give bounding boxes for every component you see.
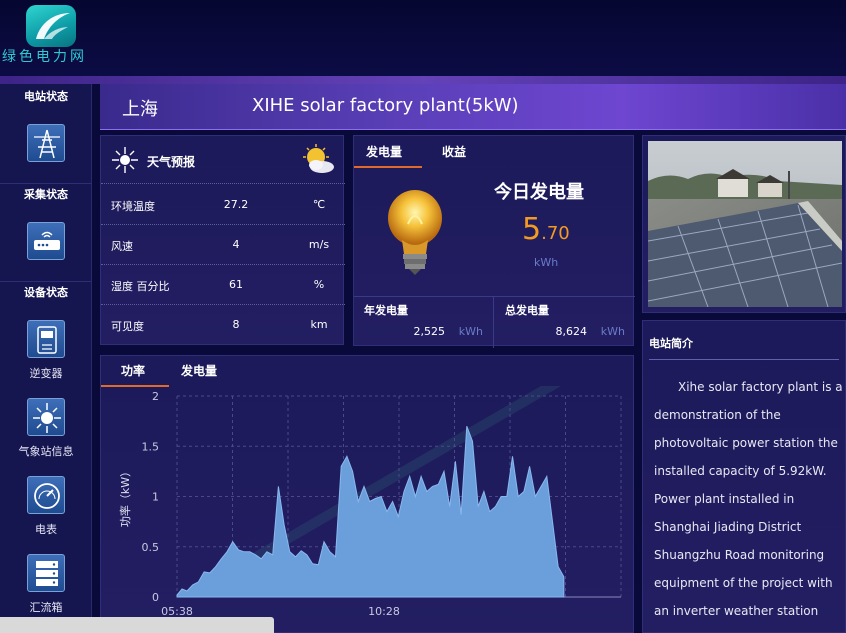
power-chart[interactable]: 00.511.5205:38 10:28功率（kW） [101,356,635,633]
today-generation-value: 5.70 [522,212,570,247]
weather-label: 湿度 百分比 [111,280,170,293]
total-generation-title: 总发电量 [505,304,549,317]
weather-unit: km [310,318,328,331]
tab-revenue[interactable]: 收益 [442,143,466,160]
x-tick-label: 10:28 [368,605,400,618]
today-value-integer: 5 [522,212,542,247]
inverter-icon[interactable] [27,320,65,358]
today-generation-unit: kWh [534,256,559,269]
device-label-combiner-box[interactable]: 汇流箱 [0,599,92,615]
weather-label: 风速 [111,240,133,253]
weather-station-icon[interactable] [27,398,65,436]
yearly-generation-title: 年发电量 [364,304,408,317]
sidebar-heading-station-status: 电站状态 [24,90,68,103]
total-generation: 总发电量 8,624 kWh [495,297,635,348]
weather-unit: m/s [308,238,330,251]
device-label-weather-station[interactable]: 气象站信息 [0,443,92,459]
power-tower-icon[interactable] [27,124,65,162]
tab-generation[interactable]: 发电量 [366,143,402,160]
intro-divider [649,359,839,360]
generation-panel: 发电量 收益 今日发电量 5.70 kWh 年发电量 2,525 kWh 总发电… [353,135,635,348]
generation-summary: 年发电量 2,525 kWh 总发电量 8,624 kWh [354,296,635,348]
power-chart-panel: 功率 发电量 0 0.5 1 1.5 2 05:38 10:28 功率（kW） [100,355,634,633]
station-photo-panel [642,135,846,313]
station-photo[interactable] [648,141,842,307]
device-label-inverter[interactable]: 逆变器 [0,365,92,381]
partly-cloudy-icon [303,144,334,173]
weather-unit: ℃ [312,198,326,211]
weather-station-icon [112,147,138,173]
header-divider [0,76,846,84]
weather-value: 8 [232,318,240,331]
weather-row-visibility: 可见度 8 km [101,305,345,345]
weather-label: 环境温度 [111,200,155,213]
station-intro-panel: 电站简介 Xihe solar factory plant is a demon… [642,320,846,633]
weather-header: 天气预报 [101,136,345,184]
y-axis-label: 功率（kW） [118,466,132,527]
yearly-generation-unit: kWh [458,325,483,338]
y-tick-label: 2 [152,390,159,403]
intro-title: 电站简介 [649,337,693,350]
station-city: 上海 [122,99,158,120]
weather-row-temperature: 环境温度 27.2 ℃ [101,185,345,225]
logo-icon[interactable] [26,5,76,47]
top-bar: 绿色电力网 [0,0,846,76]
weather-row-wind: 风速 4 m/s [101,225,345,265]
total-generation-value: 8,624 [555,325,588,338]
weather-title: 天气预报 [147,155,196,169]
yearly-generation: 年发电量 2,525 kWh [354,297,494,348]
today-value-decimal: .70 [541,223,570,244]
weather-value: 4 [232,238,240,251]
weather-row-humidity: 湿度 百分比 61 % [101,265,345,305]
light-bulb-icon [388,190,442,275]
weather-label: 可见度 [111,320,144,333]
weather-value: 61 [229,278,243,291]
station-name: XIHE solar factory plant(5kW) [252,95,519,116]
today-generation-title: 今日发电量 [494,182,584,203]
y-tick-label: 1.5 [142,440,160,453]
y-tick-label: 0 [152,591,159,604]
y-tick-label: 0.5 [142,541,160,554]
logo-text: 绿色电力网 [2,49,87,65]
yearly-generation-value: 2,525 [413,325,446,338]
device-label-meter[interactable]: 电表 [0,521,92,537]
router-icon[interactable] [27,222,65,260]
sidebar-heading-device-status: 设备状态 [24,286,68,299]
station-header: 上海 XIHE solar factory plant(5kW) [100,84,846,130]
weather-panel: 天气预报 环境温度 27.2 ℃ 风速 4 m/s 湿度 百分比 61 % 可见… [100,135,345,345]
power-area-series [176,426,565,598]
combiner-box-icon[interactable] [27,554,65,592]
horizontal-scrollbar[interactable] [0,617,274,633]
y-tick-label: 1 [152,491,159,504]
tab-active-indicator [354,166,422,168]
weather-value: 27.2 [223,198,249,211]
meter-icon[interactable] [27,476,65,514]
total-generation-unit: kWh [600,325,625,338]
sidebar: 电站状态 采集状态 设备状态 逆变器 气象站信息 电表 汇流箱 [0,84,92,633]
intro-text: Xihe solar factory plant is a demonstrat… [654,380,843,633]
weather-unit: % [313,278,325,291]
sidebar-heading-collection-status: 采集状态 [24,188,68,201]
